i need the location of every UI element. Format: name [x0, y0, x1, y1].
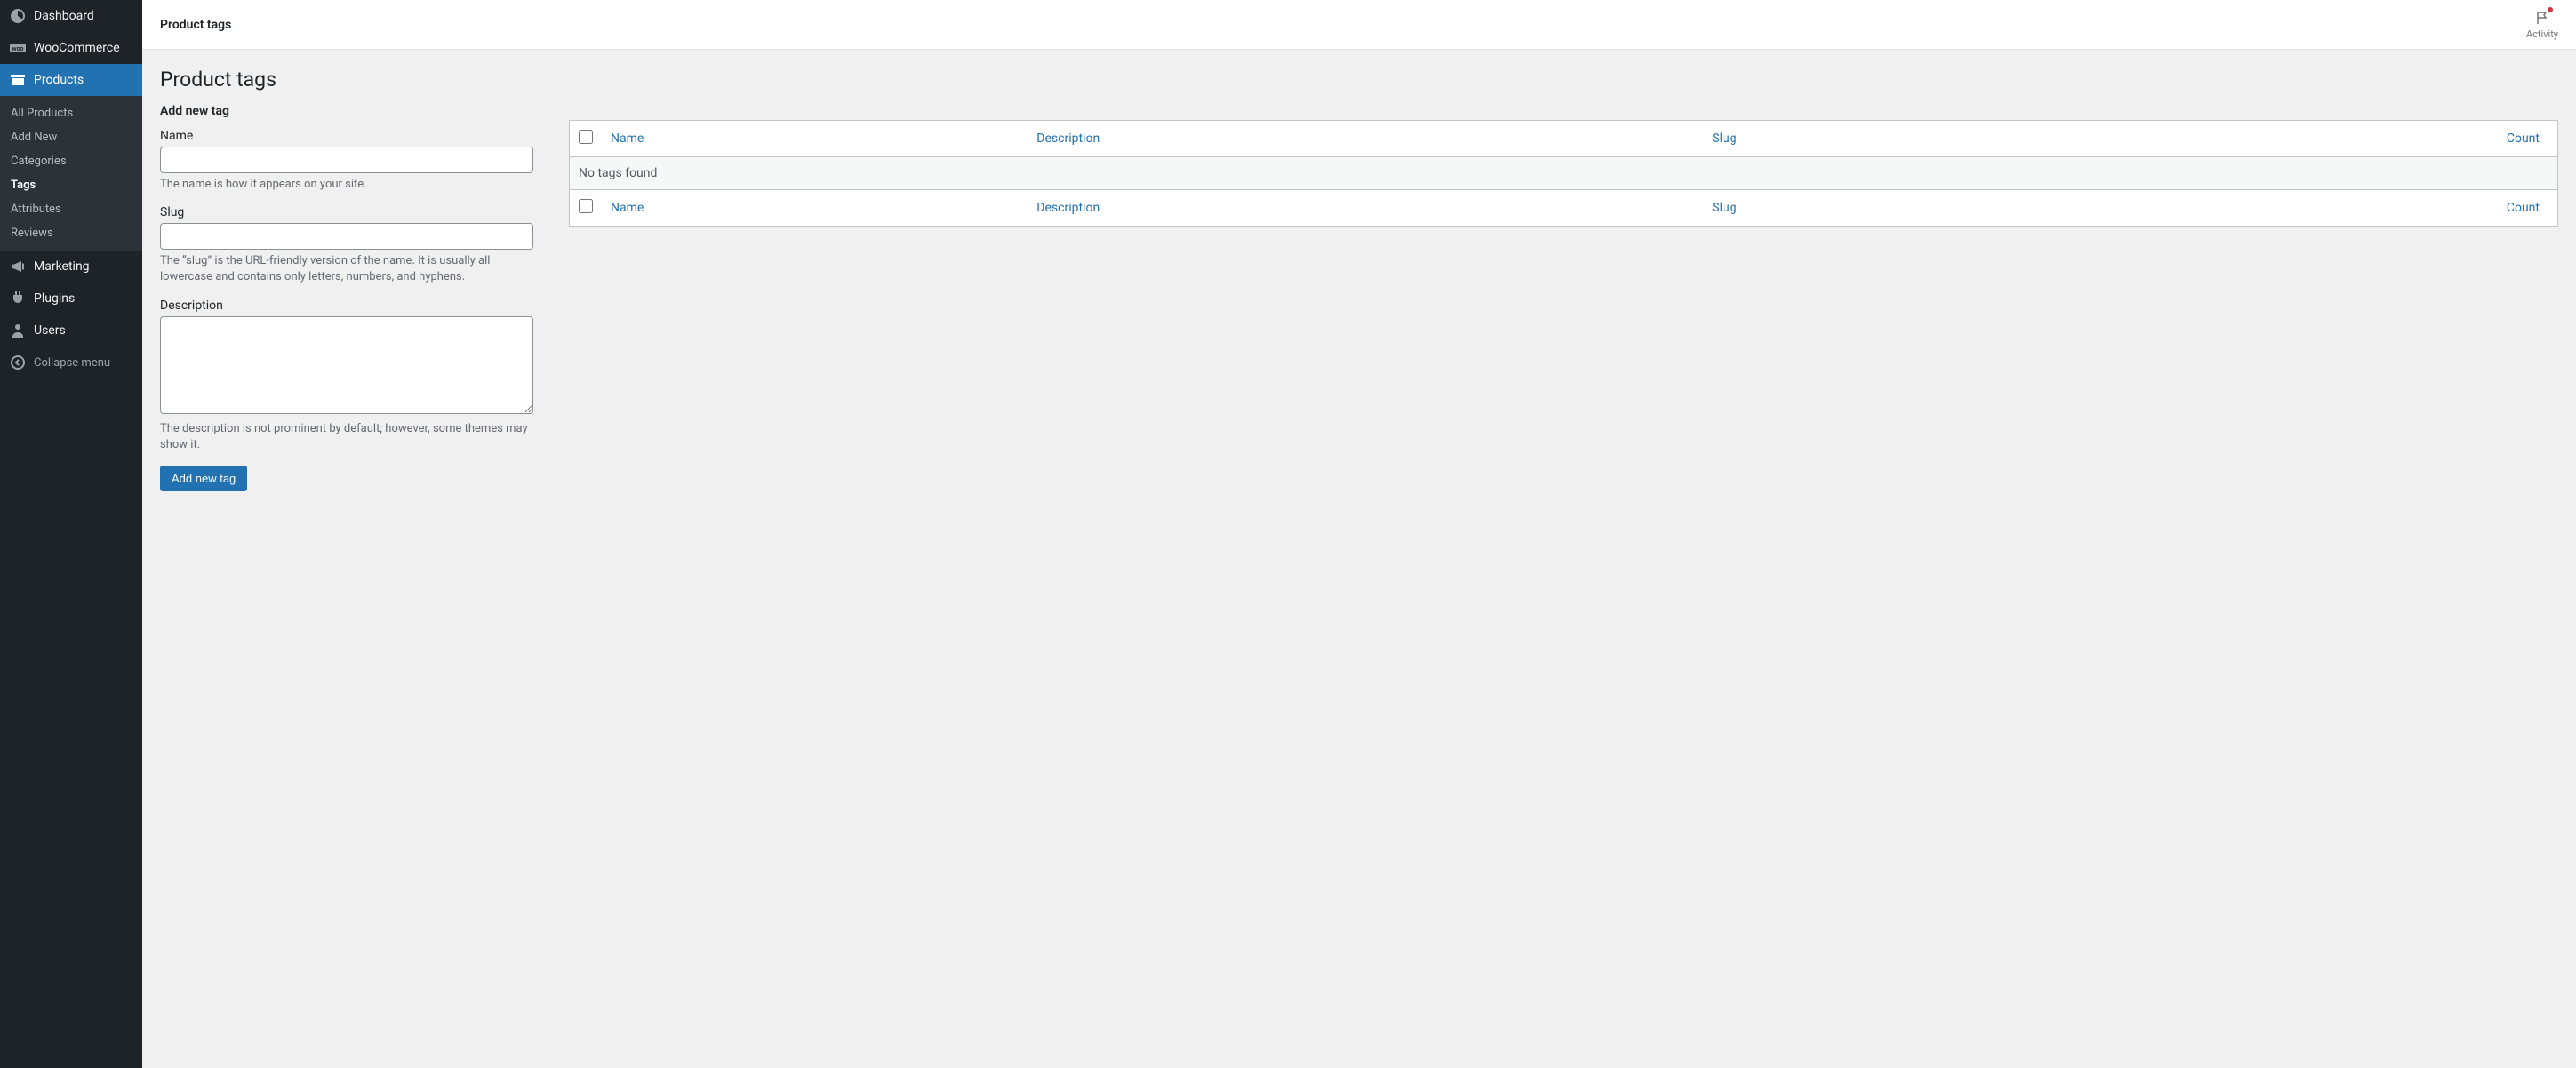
column-header-count[interactable]: Count [2055, 121, 2558, 157]
megaphone-icon [9, 258, 27, 275]
column-footer-count[interactable]: Count [2055, 190, 2558, 227]
description-textarea[interactable] [160, 316, 533, 414]
submenu-all-products[interactable]: All Products [0, 101, 142, 125]
description-help: The description is not prominent by defa… [160, 421, 533, 453]
slug-input[interactable] [160, 223, 533, 250]
admin-sidebar: Dashboard woo WooCommerce Products All P… [0, 0, 142, 1068]
sidebar-item-dashboard[interactable]: Dashboard [0, 0, 142, 32]
slug-label: Slug [160, 205, 533, 219]
sidebar-item-label: WooCommerce [34, 41, 120, 55]
slug-help: The “slug” is the URL-friendly version o… [160, 253, 533, 285]
sidebar-item-marketing[interactable]: Marketing [0, 251, 142, 283]
activity-button[interactable]: Activity [2526, 9, 2558, 40]
select-all-checkbox-bottom[interactable] [579, 199, 593, 213]
sidebar-item-woocommerce[interactable]: woo WooCommerce [0, 32, 142, 64]
flag-icon [2533, 9, 2551, 27]
select-all-checkbox-top[interactable] [579, 130, 593, 144]
user-icon [9, 322, 27, 339]
dashboard-icon [9, 7, 27, 25]
sidebar-item-plugins[interactable]: Plugins [0, 283, 142, 315]
tags-table: Name Description Slug Count No tags foun… [569, 120, 2558, 227]
submenu-tags[interactable]: Tags [0, 173, 142, 197]
submenu-attributes[interactable]: Attributes [0, 197, 142, 221]
name-input[interactable] [160, 147, 533, 173]
column-footer-name[interactable]: Name [602, 190, 1028, 227]
form-heading: Add new tag [160, 104, 533, 118]
description-label: Description [160, 299, 533, 313]
name-help: The name is how it appears on your site. [160, 177, 533, 193]
submenu-categories[interactable]: Categories [0, 149, 142, 173]
page-heading: Product tags [160, 68, 2558, 92]
collapse-menu-button[interactable]: Collapse menu [0, 347, 142, 379]
column-footer-description[interactable]: Description [1028, 190, 1703, 227]
sidebar-item-users[interactable]: Users [0, 315, 142, 347]
collapse-icon [9, 354, 27, 371]
sidebar-item-products[interactable]: Products [0, 64, 142, 96]
submenu-reviews[interactable]: Reviews [0, 221, 142, 245]
name-label: Name [160, 129, 533, 143]
sidebar-item-label: Marketing [34, 259, 90, 274]
column-footer-slug[interactable]: Slug [1703, 190, 2055, 227]
top-bar: Product tags Activity [142, 0, 2576, 50]
collapse-label: Collapse menu [34, 356, 110, 370]
empty-state-text: No tags found [570, 157, 2558, 190]
products-submenu: All Products Add New Categories Tags Att… [0, 96, 142, 251]
add-tag-form: Add new tag Name The name is how it appe… [160, 104, 533, 491]
archive-icon [9, 71, 27, 89]
sidebar-item-label: Products [34, 73, 84, 87]
column-header-description[interactable]: Description [1028, 121, 1703, 157]
sidebar-item-label: Dashboard [34, 9, 94, 23]
svg-text:woo: woo [12, 45, 23, 52]
column-header-slug[interactable]: Slug [1703, 121, 2055, 157]
plug-icon [9, 290, 27, 307]
notification-dot [2548, 7, 2553, 12]
add-tag-button[interactable]: Add new tag [160, 466, 247, 491]
sidebar-item-label: Users [34, 323, 66, 338]
submenu-add-new[interactable]: Add New [0, 125, 142, 149]
page-title: Product tags [160, 18, 231, 32]
woo-icon: woo [9, 39, 27, 57]
column-header-name[interactable]: Name [602, 121, 1028, 157]
activity-label: Activity [2526, 28, 2558, 40]
sidebar-item-label: Plugins [34, 291, 75, 306]
